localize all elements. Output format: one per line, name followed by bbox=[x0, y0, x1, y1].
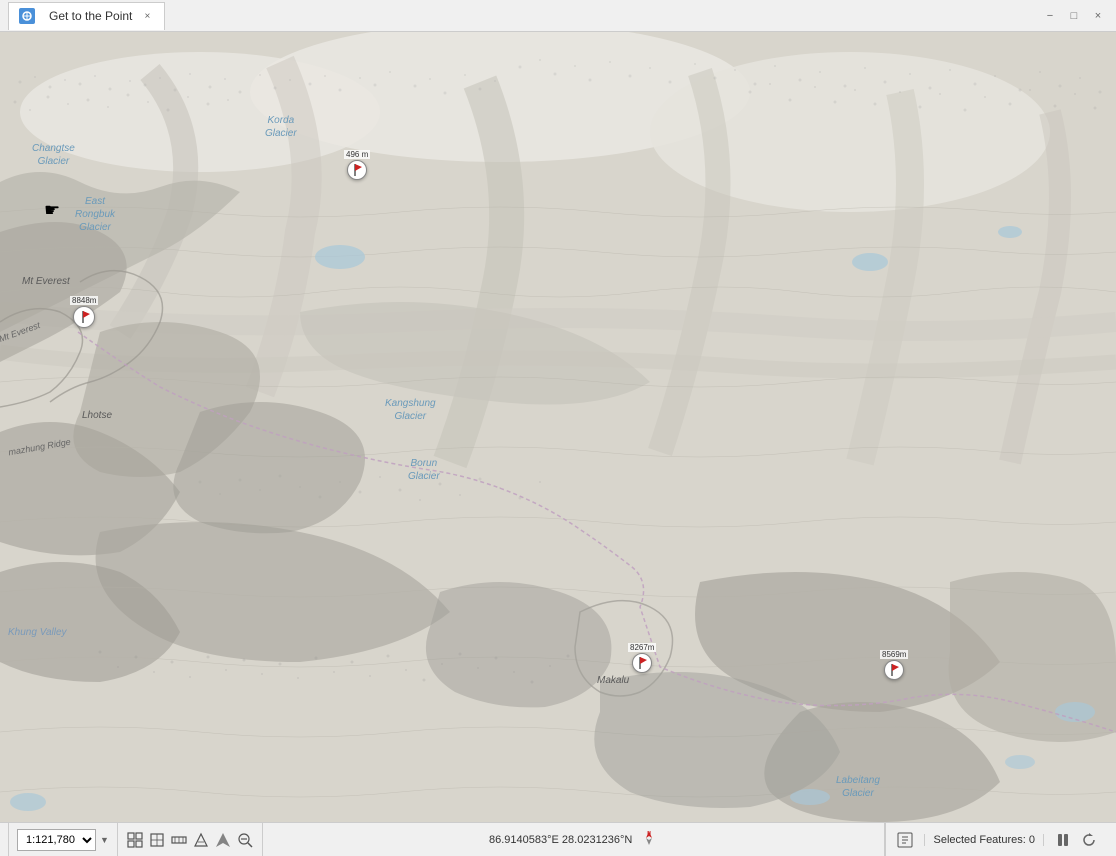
measure-tool[interactable] bbox=[170, 831, 188, 849]
window-controls: − □ × bbox=[1040, 6, 1108, 26]
close-window-button[interactable]: × bbox=[1088, 6, 1108, 26]
flag-marker-2[interactable]: 8848m bbox=[70, 296, 98, 328]
app-tab[interactable]: Get to the Point × bbox=[8, 2, 165, 30]
tab-close-button[interactable]: × bbox=[140, 9, 154, 23]
flag-marker-4[interactable]: 8569m bbox=[880, 650, 908, 680]
scale-select[interactable]: 1:50,000 1:100,000 1:121,780 1:250,000 1… bbox=[17, 829, 96, 851]
grid-tool[interactable] bbox=[126, 831, 144, 849]
selected-features-section: Selected Features: 0 bbox=[885, 823, 1108, 856]
svg-text:N: N bbox=[648, 831, 652, 837]
refresh-icon[interactable] bbox=[1078, 829, 1100, 851]
tab-title: Get to the Point bbox=[49, 9, 132, 23]
export-icon[interactable] bbox=[894, 829, 916, 851]
extent-tool[interactable] bbox=[148, 831, 166, 849]
flag-marker-3[interactable]: 8267m bbox=[628, 643, 656, 673]
coordinates-section: 86.9140583°E 28.0231236°N N bbox=[263, 823, 886, 856]
zoom-out-tool[interactable] bbox=[236, 831, 254, 849]
scale-dropdown-icon: ▼ bbox=[100, 835, 109, 845]
coordinates-display: 86.9140583°E 28.0231236°N bbox=[489, 834, 632, 846]
selected-features-label: Selected Features: 0 bbox=[924, 834, 1044, 846]
title-bar: Get to the Point × − □ × bbox=[0, 0, 1116, 32]
pause-icon[interactable] bbox=[1052, 829, 1074, 851]
maximize-button[interactable]: □ bbox=[1064, 6, 1084, 26]
navigate-tool[interactable] bbox=[214, 831, 232, 849]
map-background bbox=[0, 32, 1116, 822]
identify-tool[interactable] bbox=[192, 831, 210, 849]
scale-section: 1:50,000 1:100,000 1:121,780 1:250,000 1… bbox=[8, 823, 118, 856]
compass-direction: N bbox=[640, 829, 658, 850]
minimize-button[interactable]: − bbox=[1040, 6, 1060, 26]
status-bar: 1:50,000 1:100,000 1:121,780 1:250,000 1… bbox=[0, 822, 1116, 856]
map-container[interactable]: KordaGlacier ChangtseGlacier EastRongbuk… bbox=[0, 32, 1116, 822]
flag-marker-1[interactable]: 496 m bbox=[344, 150, 370, 180]
app-icon bbox=[19, 8, 35, 24]
map-tools-section bbox=[118, 823, 263, 856]
